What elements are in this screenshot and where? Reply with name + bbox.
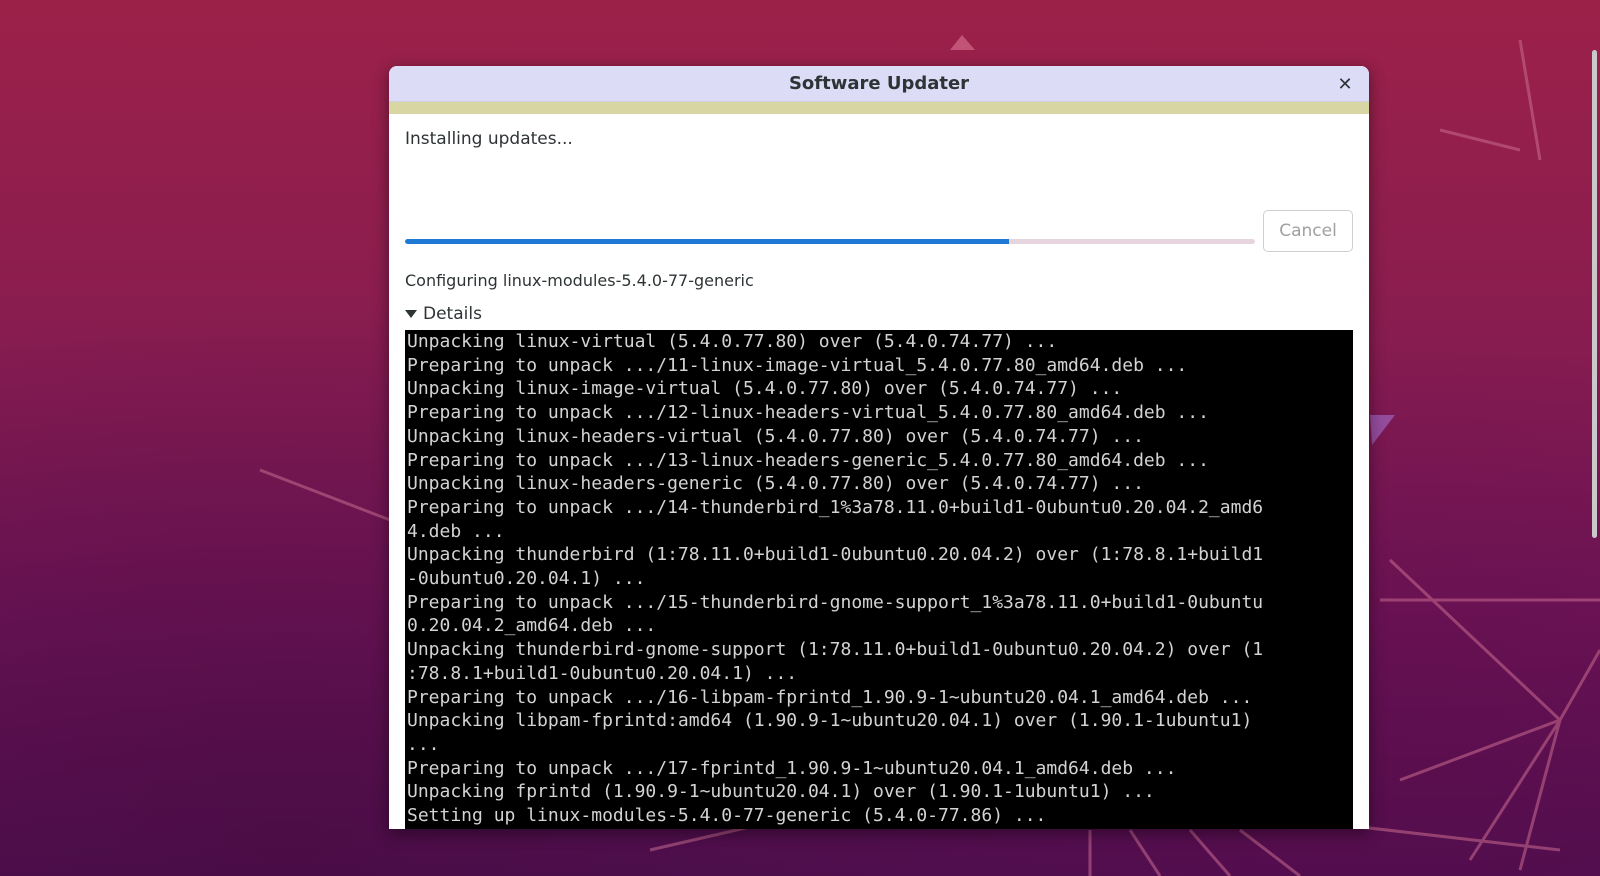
current-action-label: Configuring linux-modules-5.4.0-77-gener… (405, 271, 754, 290)
progress-bar-fill (405, 239, 1009, 244)
terminal-line: Unpacking thunderbird (1:78.11.0+build1-… (407, 544, 1264, 566)
terminal-line: 4.deb ... (407, 520, 505, 542)
progress-bar (405, 239, 1255, 244)
accent-strip (389, 102, 1369, 114)
terminal-line: Unpacking linux-headers-generic (5.4.0.7… (407, 473, 1144, 495)
page-scrollbar[interactable] (1586, 0, 1600, 876)
terminal-line: Preparing to unpack .../11-linux-image-v… (407, 354, 1188, 376)
close-button[interactable]: ✕ (1333, 72, 1357, 96)
terminal-line: Unpacking linux-headers-virtual (5.4.0.7… (407, 425, 1144, 447)
terminal-line: Preparing to unpack .../17-fprintd_1.90.… (407, 757, 1177, 779)
terminal-output[interactable]: Unpacking linux-virtual (5.4.0.77.80) ov… (405, 330, 1353, 829)
terminal-line: ... (407, 733, 440, 755)
terminal-line: Unpacking fprintd (1.90.9-1~ubuntu20.04.… (407, 781, 1155, 803)
triangle-down-icon (405, 310, 417, 318)
terminal-line: :78.8.1+build1-0ubuntu0.20.04.1) ... (407, 662, 798, 684)
close-icon: ✕ (1337, 73, 1353, 95)
titlebar: Software Updater ✕ (389, 66, 1369, 102)
terminal-line: Preparing to unpack .../14-thunderbird_1… (407, 496, 1264, 518)
terminal-line: Preparing to unpack .../16-libpam-fprint… (407, 686, 1253, 708)
window-content: Installing updates... Cancel Configuring… (389, 114, 1369, 829)
terminal-line: Preparing to unpack .../15-thunderbird-g… (407, 591, 1264, 613)
terminal-line: Unpacking libpam-fprintd:amd64 (1.90.9-1… (407, 710, 1253, 732)
scrollbar-thumb[interactable] (1592, 50, 1597, 538)
terminal-line: Preparing to unpack .../12-linux-headers… (407, 402, 1209, 424)
terminal-line: -0ubuntu0.20.04.1) ... (407, 568, 646, 590)
details-expander[interactable]: Details (405, 304, 482, 324)
terminal-line: 0.20.04.2_amd64.deb ... (407, 615, 657, 637)
terminal-cursor-line (407, 828, 1353, 829)
details-label: Details (423, 304, 482, 324)
terminal-line: Preparing to unpack .../13-linux-headers… (407, 449, 1209, 471)
window-title: Software Updater (788, 73, 970, 94)
software-updater-window: Software Updater ✕ Installing updates...… (389, 66, 1369, 829)
status-heading: Installing updates... (405, 129, 573, 149)
terminal-line: Unpacking linux-virtual (5.4.0.77.80) ov… (407, 331, 1058, 352)
terminal-line: Unpacking linux-image-virtual (5.4.0.77.… (407, 378, 1123, 400)
terminal-line: Setting up linux-modules-5.4.0-77-generi… (407, 805, 1047, 827)
cancel-button[interactable]: Cancel (1263, 210, 1353, 252)
terminal-line: Unpacking thunderbird-gnome-support (1:7… (407, 639, 1264, 661)
